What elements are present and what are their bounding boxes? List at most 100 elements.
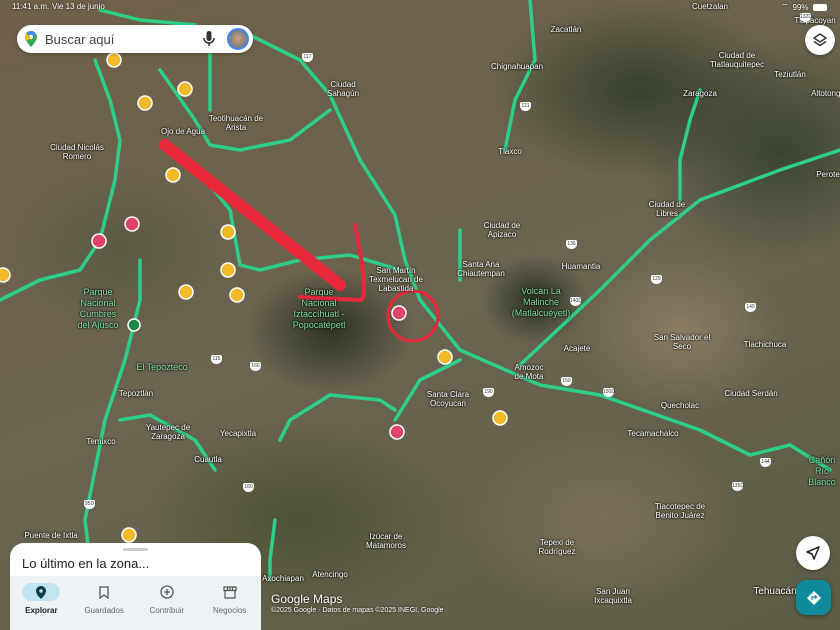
tab-label: Contribuir (149, 606, 185, 615)
tab-label: Explorar (25, 606, 58, 615)
place-label: Zacatlán (550, 25, 582, 34)
sheet-drag-handle[interactable] (123, 548, 148, 551)
directions-icon (806, 590, 821, 605)
highway-shield: 150 (561, 377, 572, 386)
place-label: Altotonga (811, 89, 840, 98)
highway-shield: 115 (211, 355, 222, 364)
place-label: Ciudad Sahagún (326, 80, 360, 98)
my-location-button[interactable] (796, 536, 830, 570)
place-label: Atencingo (312, 570, 348, 579)
map-attribution[interactable]: ©2025 Google · Datos de mapas ©2025 INEG… (271, 607, 444, 614)
road (248, 33, 832, 472)
highway-shield: 117 (302, 53, 313, 62)
road (503, 0, 537, 152)
bottom-sheet[interactable]: Lo último en la zona... Explorar Guardad… (10, 543, 261, 630)
park-label: El Tepozteco (136, 362, 188, 372)
highway-shield: 140D (570, 297, 582, 306)
highway-shield: 144 (760, 458, 771, 467)
location-pin-icon (36, 585, 47, 599)
road (278, 393, 397, 442)
place-label: Tehuacán (753, 586, 797, 597)
place-label: Acajete (563, 344, 591, 353)
trailhead-pin (127, 318, 141, 332)
tab-label: Guardados (84, 606, 124, 615)
highway-shield: 135D (732, 482, 744, 491)
tab-contribuir[interactable]: Contribuir (136, 576, 199, 630)
place-label: Yecapixtla (219, 429, 257, 438)
place-label: Ciudad de Apizaco (483, 221, 521, 239)
highway-shield: 160 (250, 362, 261, 371)
search-input[interactable]: Buscar aquí (45, 32, 203, 47)
account-avatar[interactable] (227, 28, 249, 50)
place-label: Yautepec de Zaragoza (145, 423, 191, 441)
park-label: Parque Nacional Cumbres del Ajusco (77, 287, 119, 330)
place-label: Amozoc de Mota (514, 363, 544, 381)
tab-label: Negocios (212, 606, 247, 615)
search-bar[interactable]: Buscar aquí (17, 25, 253, 53)
park-label: Parque Nacional Iztaccíhuatl - Popocatép… (292, 287, 346, 330)
place-label: San Martín Texmelucan de Labastida (369, 266, 423, 293)
place-label: Puente de Ixtla (24, 531, 78, 540)
place-label: San Salvador el Seco (653, 333, 711, 351)
wifi-icon: ⌔ (781, 2, 789, 11)
place-label: Izúcar de Matamoros (365, 532, 406, 550)
road (0, 58, 122, 302)
place-label: Ojo de Agua (160, 127, 206, 136)
annotation-stroke (159, 139, 346, 291)
google-maps-logo-icon (25, 31, 37, 47)
status-date: Vie 13 de junio (52, 2, 105, 11)
place-label: San Juan Ixcaquixtla (594, 587, 632, 605)
place-label: Perote (816, 170, 840, 179)
layers-button[interactable] (805, 25, 835, 55)
highway-shield: 150D (603, 388, 615, 397)
place-label: Huamantla (561, 262, 601, 271)
add-circle-icon (160, 585, 174, 599)
microphone-icon[interactable] (203, 31, 215, 47)
place-label: Santa Clara Ocoyucan (426, 390, 470, 408)
place-label: Chignahuapan (490, 62, 544, 71)
status-time: 11:41 a.m. (12, 2, 50, 11)
tab-guardados[interactable]: Guardados (73, 576, 136, 630)
battery-percent: 99% (792, 2, 809, 12)
highway-shield: 129 (651, 275, 662, 284)
directions-button[interactable] (796, 580, 831, 615)
place-label: Tepoztlán (118, 389, 154, 398)
place-label: Tlachichuca (743, 340, 787, 349)
tab-negocios[interactable]: Negocios (198, 576, 261, 630)
place-label: Tlacotepec de Benito Juárez (654, 502, 706, 520)
place-label: Temixco (86, 437, 116, 446)
road (98, 8, 197, 27)
place-label: Tepexi de Rodríguez (538, 538, 576, 556)
place-label: Teziutlán (774, 70, 806, 79)
place-label: Zaragoza (683, 89, 717, 98)
highway-shield: 95D (84, 500, 95, 509)
highway-shield: 121 (520, 102, 531, 111)
park-label: Volcán La Malinche (Matlalcuéyetl) (511, 286, 571, 318)
battery-icon (812, 3, 827, 11)
layers-icon (813, 33, 827, 47)
google-maps-logo: Google Maps (271, 592, 343, 606)
place-label: Cuautla (194, 455, 222, 464)
place-label: Tlaxco (498, 147, 522, 156)
place-label: Ciudad de Libres (648, 200, 686, 218)
navigation-arrow-icon (806, 546, 820, 560)
highway-shield: 132D (800, 13, 812, 22)
place-label: Ciudad Nicolás Romero (50, 143, 104, 161)
place-label: Santa Ana Chiautempan (457, 260, 505, 278)
place-label: Cuetzalan (691, 2, 729, 11)
place-label: Teotihuacán de Arista (208, 114, 264, 132)
highway-shield: 160 (243, 483, 254, 492)
tab-explorar[interactable]: Explorar (10, 576, 73, 630)
park-label: Cañón Río Blanco (808, 455, 836, 487)
status-icons: ⌔ 99% (781, 2, 827, 12)
road (268, 518, 277, 582)
sheet-title[interactable]: Lo último en la zona... (22, 556, 149, 571)
highway-shield: 190 (483, 388, 494, 397)
place-label: Quecholac (660, 401, 700, 410)
place-label: Ciudad Serdán (724, 389, 778, 398)
place-label: Ciudad de Tlatlauquitepec (709, 51, 765, 69)
highway-shield: 136 (566, 240, 577, 249)
highway-shield: 140 (745, 303, 756, 312)
storefront-icon (223, 585, 237, 599)
bookmark-icon (99, 585, 109, 599)
